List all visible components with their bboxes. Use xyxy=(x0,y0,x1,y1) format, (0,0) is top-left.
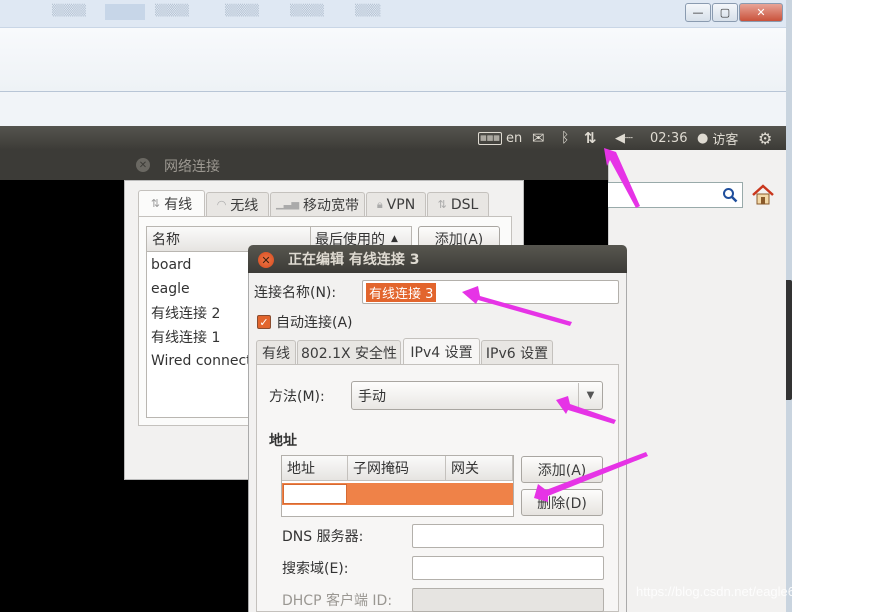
connection-name-value: 有线连接 3 xyxy=(366,282,437,302)
method-select[interactable]: 手动 xyxy=(351,381,603,410)
search-domains-field[interactable] xyxy=(412,556,604,580)
method-value: 手动 xyxy=(358,388,386,405)
tab-mobile[interactable]: ▁▃▅ 移动宽带 xyxy=(270,192,365,216)
close-icon[interactable]: ✕ xyxy=(258,252,274,268)
delete-address-button[interactable]: 删除(D) xyxy=(521,489,603,516)
tab-dsl[interactable]: ⇅ DSL xyxy=(427,192,489,216)
mail-icon[interactable]: ✉ xyxy=(532,126,545,150)
connection-item[interactable]: 有线连接 1 xyxy=(151,325,220,349)
user-name: 访客 xyxy=(712,132,739,148)
tab-ipv4-settings[interactable]: IPv4 设置 xyxy=(403,338,480,365)
clock[interactable]: 02:36 xyxy=(650,126,687,150)
auto-connect-label: 自动连接(A) xyxy=(276,315,353,331)
method-label: 方法(M): xyxy=(269,389,325,405)
dhcp-client-id-field xyxy=(412,588,604,612)
blurred-menu: ▒▒▒ xyxy=(355,4,381,17)
chevron-down-icon[interactable]: ▼ xyxy=(578,383,602,408)
keyboard-icon: ▦▦▦ xyxy=(478,131,502,145)
search-icon[interactable] xyxy=(722,187,738,203)
connection-item[interactable]: eagle xyxy=(151,277,190,301)
dns-label: DNS 服务器: xyxy=(282,529,364,545)
connection-item[interactable]: board xyxy=(151,253,191,277)
tab-wireless[interactable]: ◠ 无线 xyxy=(206,192,269,216)
signal-icon: ▁▃▅ xyxy=(275,199,300,210)
keyboard-indicator[interactable]: ▦▦▦ en xyxy=(478,126,522,150)
blurred-menu xyxy=(105,4,145,20)
blurred-menu: ▒▒▒▒ xyxy=(52,4,86,17)
background-window xyxy=(608,150,786,612)
host-toolbar xyxy=(0,28,786,92)
keyboard-layout-label: en xyxy=(506,130,523,146)
dns-field[interactable] xyxy=(412,524,604,548)
add-address-button[interactable]: 添加(A) xyxy=(521,456,603,483)
network-icon[interactable]: ⇅ xyxy=(584,126,597,150)
maximize-button[interactable]: ▢ xyxy=(712,3,738,22)
connection-name-label: 连接名称(N): xyxy=(254,285,337,301)
bluetooth-icon[interactable]: ᛒ xyxy=(561,126,569,150)
edit-dialog-title: 正在编辑 有线连接 3 xyxy=(288,252,420,268)
address-cell-editor[interactable] xyxy=(283,484,347,504)
minimize-button[interactable]: — xyxy=(685,3,711,22)
gear-icon[interactable]: ⚙ xyxy=(758,126,772,150)
window-header-strip xyxy=(0,150,124,180)
host-toolbar-secondary xyxy=(0,92,786,126)
blurred-menu: ▒▒▒▒ xyxy=(290,4,324,17)
network-dialog-title: 网络连接 xyxy=(164,159,220,175)
address-heading: 地址 xyxy=(269,433,297,449)
auto-connect-checkbox[interactable]: ✓ xyxy=(257,315,271,329)
tab-8021x-security[interactable]: 802.1X 安全性 xyxy=(297,340,401,364)
column-header-address[interactable]: 地址 xyxy=(282,456,348,481)
connection-name-field[interactable]: 有线连接 3 xyxy=(362,280,619,304)
close-button[interactable]: ✕ xyxy=(739,3,783,22)
network-dialog-titlebar: ✕ 网络连接 xyxy=(124,150,608,180)
close-icon[interactable]: ✕ xyxy=(136,158,150,172)
volume-icon[interactable]: ◀┈ xyxy=(615,126,633,150)
dhcp-client-id-label: DHCP 客户端 ID: xyxy=(282,593,393,609)
sort-ascending-icon: ▲ xyxy=(391,234,398,244)
tab-ipv6-settings[interactable]: IPv6 设置 xyxy=(481,340,553,364)
home-icon[interactable] xyxy=(750,182,778,210)
tab-wired[interactable]: ⇅ 有线 xyxy=(138,190,205,216)
connection-item[interactable]: Wired connect xyxy=(151,349,248,373)
lock-icon: 🔒︎ xyxy=(376,197,383,211)
column-header-gateway[interactable]: 网关 xyxy=(446,456,513,481)
tab-wired-settings[interactable]: 有线 xyxy=(256,340,296,364)
wifi-icon: ◠ xyxy=(216,198,227,211)
connection-item[interactable]: 有线连接 2 xyxy=(151,301,220,325)
user-menu[interactable]: ● 访客 xyxy=(697,126,738,150)
watermark-text: https://blog.csdn.net/eagle6zhen6 xyxy=(636,584,831,599)
tab-vpn[interactable]: 🔒︎ VPN xyxy=(366,192,426,216)
dsl-icon: ⇅ xyxy=(437,198,447,211)
wired-icon: ⇅ xyxy=(150,197,161,210)
column-header-netmask[interactable]: 子网掩码 xyxy=(348,456,446,481)
search-domains-label: 搜索域(E): xyxy=(282,561,349,577)
edit-dialog-titlebar: 正在编辑 有线连接 3 xyxy=(248,245,627,273)
blurred-menu: ▒▒▒▒ xyxy=(225,4,259,17)
user-icon: ● xyxy=(697,130,709,146)
blurred-menu: ▒▒▒▒ xyxy=(155,4,189,17)
